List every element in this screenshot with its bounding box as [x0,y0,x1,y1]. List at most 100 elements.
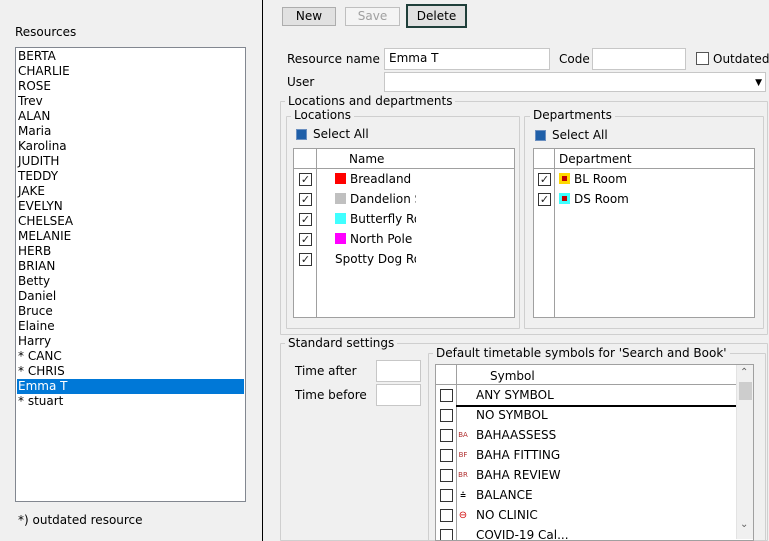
departments-select-all-icon[interactable] [535,130,546,141]
symbols-grid-divider [456,365,457,540]
delete-button[interactable]: Delete [406,4,467,28]
resource-list-item[interactable]: Betty [17,274,244,289]
location-checkbox[interactable]: ✓ [299,173,312,186]
symbols-grid[interactable]: Symbol ANY SYMBOL NO SYMBOL BA BAHAASSESS BF… [435,364,754,541]
symbol-checkbox[interactable] [440,409,453,422]
resource-list-item[interactable]: * CANC [17,349,244,364]
user-select[interactable]: ▼ [384,72,766,92]
resource-list-item[interactable]: Karolina [17,139,244,154]
symbols-grid-header [436,365,753,385]
locations-grid-header [294,149,514,169]
resource-list-item[interactable]: CHARLIE [17,64,244,79]
symbol-abbrev-icon: BF [458,451,468,459]
symbol-label: BAHA REVIEW [476,468,561,482]
location-checkbox[interactable]: ✓ [299,253,312,266]
scrollbar-thumb[interactable] [739,382,752,400]
balance-icon: ⩮ [460,490,466,501]
resource-list-item[interactable]: TEDDY [17,169,244,184]
scroll-up-icon[interactable]: ⌃ [740,367,748,378]
symbol-checkbox[interactable] [440,429,453,442]
location-name: North Pole [350,232,413,246]
scroll-down-icon[interactable]: ⌄ [740,519,748,530]
locations-select-all-icon[interactable] [296,129,307,140]
symbol-label: NO CLINIC [476,508,538,522]
resource-list-item[interactable]: BERTA [17,49,244,64]
location-color-swatch [335,233,346,244]
locations-grid-divider [316,149,317,317]
no-entry-icon: ⊖ [458,510,468,521]
symbol-header[interactable]: Symbol [490,369,535,383]
locations-grid[interactable]: Name ✓ Breadland ✓ Dandelion S ✓ Butterfly Ro… [293,148,515,318]
location-checkbox[interactable]: ✓ [299,193,312,206]
symbol-checkbox[interactable] [440,489,453,502]
chevron-down-icon[interactable]: ▼ [755,76,762,91]
resource-list-item[interactable]: JAKE [17,184,244,199]
resource-list-item[interactable]: CHELSEA [17,214,244,229]
department-checkbox[interactable]: ✓ [538,173,551,186]
outdated-footnote: *) outdated resource [18,513,143,527]
locations-departments-title: Locations and departments [285,94,456,108]
symbol-checkbox[interactable] [440,449,453,462]
resource-list-item[interactable]: ROSE [17,79,244,94]
resource-list-item[interactable]: Elaine [17,319,244,334]
outdated-checkbox[interactable] [696,52,709,65]
location-name: Dandelion S [350,192,416,206]
departments-grid-divider [554,149,555,317]
symbol-label: BAHA FITTING [476,448,561,462]
department-color-dot [562,196,567,201]
symbol-label: BALANCE [476,488,533,502]
resource-list-item[interactable]: Maria [17,124,244,139]
new-button[interactable]: New [282,7,336,26]
symbol-label: BAHAASSESS [476,428,557,442]
time-before-input[interactable] [376,384,421,406]
department-header[interactable]: Department [559,152,632,166]
location-checkbox[interactable]: ✓ [299,233,312,246]
symbol-checkbox[interactable] [440,389,453,402]
locations-name-header[interactable]: Name [349,152,384,166]
symbols-title: Default timetable symbols for 'Search an… [433,346,730,360]
resource-list-item[interactable]: Harry [17,334,244,349]
resource-list-item[interactable]: MELANIE [17,229,244,244]
resource-list-item[interactable]: Daniel [17,289,244,304]
departments-title: Departments [530,108,615,122]
resource-list-item[interactable]: JUDITH [17,154,244,169]
resource-list-item[interactable]: * CHRIS [17,364,244,379]
code-label: Code [559,52,590,66]
resource-list-item[interactable]: Emma T [17,379,244,394]
time-after-label: Time after [295,364,357,378]
location-color-swatch [335,213,346,224]
resource-list-item[interactable]: Bruce [17,304,244,319]
department-name: DS Room [574,192,629,206]
resource-list-item[interactable]: EVELYN [17,199,244,214]
department-checkbox[interactable]: ✓ [538,193,551,206]
symbol-checkbox[interactable] [440,469,453,482]
resources-title: Resources [15,25,77,39]
time-after-input[interactable] [376,360,421,382]
resource-list-item[interactable]: HERB [17,244,244,259]
code-input[interactable] [592,48,686,70]
departments-select-all[interactable]: Select All [552,128,608,142]
resource-list-item[interactable]: ALAN [17,109,244,124]
symbol-checkbox[interactable] [440,529,453,540]
resource-list-item[interactable]: Trev [17,94,244,109]
symbol-checkbox[interactable] [440,509,453,522]
location-name: Butterfly Roa [350,212,416,226]
resource-list[interactable]: BERTA CHARLIE ROSE Trev ALAN Maria Karolina JUD… [15,47,246,502]
symbols-scrollbar[interactable]: ⌃ ⌄ [736,365,753,539]
location-checkbox[interactable]: ✓ [299,213,312,226]
department-color-swatch [559,173,570,184]
save-button[interactable]: Save [345,7,400,26]
resource-name-input[interactable]: Emma T [384,48,550,70]
panel-divider [262,0,263,541]
symbol-label: NO SYMBOL [476,408,548,422]
location-name: Spotty Dog Roa [335,252,416,266]
department-color-dot [562,176,567,181]
location-color-swatch [335,173,346,184]
location-color-swatch [335,193,346,204]
resource-list-item[interactable]: * stuart [17,394,244,409]
resource-list-item[interactable]: BRIAN [17,259,244,274]
departments-grid[interactable]: Department ✓ BL Room ✓ DS Room [533,148,755,318]
locations-select-all[interactable]: Select All [313,127,369,141]
symbol-abbrev-icon: BA [458,431,468,439]
time-before-label: Time before [295,388,367,402]
